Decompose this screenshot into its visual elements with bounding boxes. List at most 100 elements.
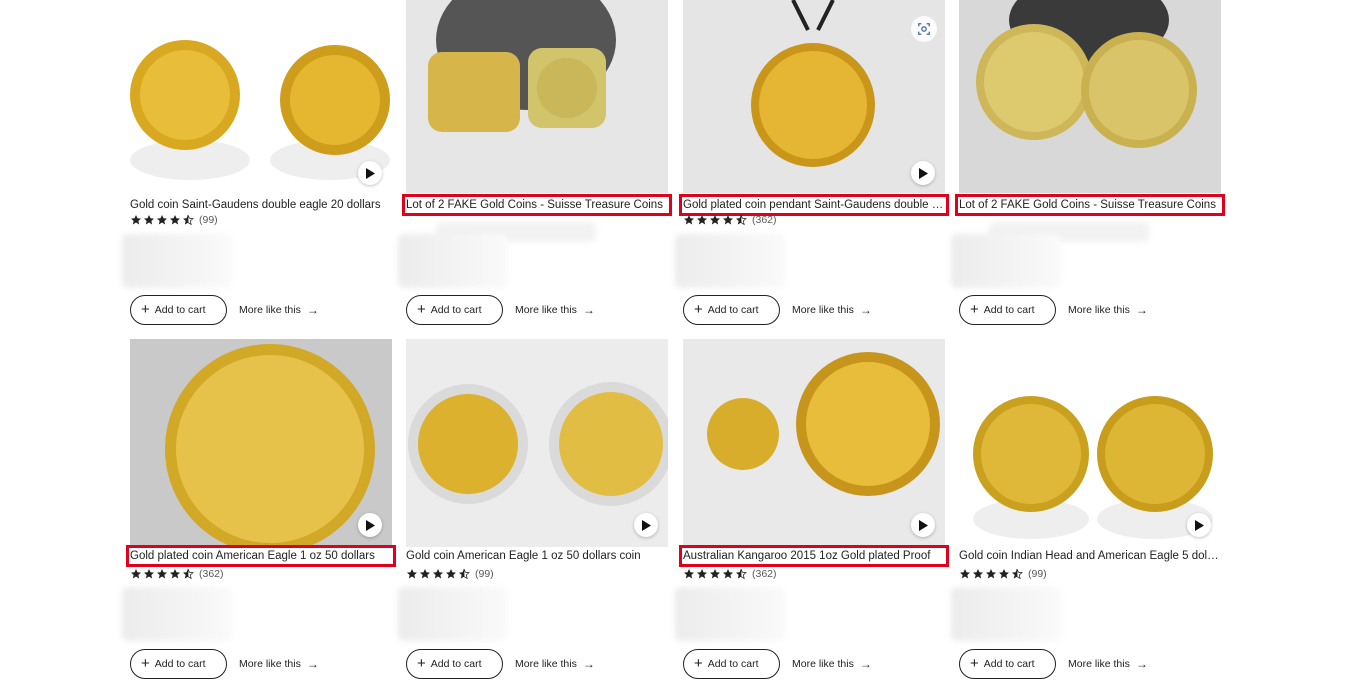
product-card: Gold coin Saint-Gaudens double eagle 20 … [122, 0, 392, 340]
add-to-cart-label: Add to cart [707, 658, 759, 670]
plus-icon: + [141, 655, 150, 672]
plus-icon: + [417, 301, 426, 318]
star-icon [170, 215, 180, 225]
product-image[interactable] [683, 0, 945, 193]
rating: (362) [683, 213, 777, 227]
star-icon [723, 215, 733, 225]
play-icon[interactable] [358, 513, 382, 537]
more-like-this-link[interactable]: More like this → [515, 303, 595, 317]
product-image-pendant [683, 0, 945, 193]
add-to-cart-label: Add to cart [983, 304, 1035, 316]
star-icon [131, 215, 141, 225]
add-to-cart-button[interactable]: + Add to cart [406, 649, 503, 679]
star-icon [684, 215, 694, 225]
product-title[interactable]: Lot of 2 FAKE Gold Coins - Suisse Treasu… [955, 194, 1225, 216]
product-image[interactable] [683, 339, 945, 547]
star-icon [697, 215, 707, 225]
add-to-cart-button[interactable]: + Add to cart [406, 295, 503, 325]
card-actions: + Add to cart More like this → [130, 295, 319, 325]
half-star-icon [736, 214, 747, 226]
star-icon [144, 569, 154, 579]
play-icon[interactable] [911, 513, 935, 537]
add-to-cart-button[interactable]: + Add to cart [683, 649, 780, 679]
product-title[interactable]: Gold plated coin American Eagle 1 oz 50 … [126, 545, 396, 567]
arrow-right-icon: → [1135, 303, 1148, 317]
star-icon [131, 569, 141, 579]
price-blurred [122, 587, 232, 641]
star-icon [170, 569, 180, 579]
more-like-this-label: More like this [239, 304, 301, 316]
more-like-this-link[interactable]: More like this → [239, 303, 319, 317]
star-icon [684, 569, 694, 579]
product-image-coins [130, 0, 392, 193]
more-like-this-link[interactable]: More like this → [1068, 657, 1148, 671]
add-to-cart-button[interactable]: + Add to cart [959, 295, 1056, 325]
product-title[interactable]: Gold coin American Eagle 1 oz 50 dollars… [406, 547, 668, 565]
product-title[interactable]: Gold plated coin pendant Saint-Gaudens d… [679, 194, 949, 216]
play-icon[interactable] [358, 161, 382, 185]
more-like-this-label: More like this [1068, 658, 1130, 670]
product-card: Gold coin Indian Head and American Eagle… [951, 339, 1221, 679]
product-card: Gold plated coin American Eagle 1 oz 50 … [122, 339, 396, 679]
star-icon [157, 215, 167, 225]
card-actions: + Add to cart More like this → [683, 649, 872, 679]
product-grid: Gold coin Saint-Gaudens double eagle 20 … [0, 0, 1349, 684]
more-like-this-link[interactable]: More like this → [515, 657, 595, 671]
product-title[interactable]: Gold coin Saint-Gaudens double eagle 20 … [130, 196, 392, 214]
more-like-this-label: More like this [792, 658, 854, 670]
star-icon [710, 569, 720, 579]
star-icon [433, 569, 443, 579]
plus-icon: + [141, 301, 150, 318]
play-icon[interactable] [634, 513, 658, 537]
add-to-cart-label: Add to cart [983, 658, 1035, 670]
card-actions: + Add to cart More like this → [683, 295, 872, 325]
plus-icon: + [694, 301, 703, 318]
more-like-this-link[interactable]: More like this → [239, 657, 319, 671]
star-icon [420, 569, 430, 579]
product-title[interactable]: Gold coin Indian Head and American Eagle… [959, 547, 1221, 565]
more-like-this-link[interactable]: More like this → [792, 303, 872, 317]
rating-count: (99) [475, 568, 494, 580]
product-image[interactable] [406, 339, 668, 547]
rating: (99) [130, 213, 218, 227]
product-image[interactable] [959, 0, 1221, 193]
half-star-icon [459, 568, 470, 580]
product-image[interactable] [130, 339, 392, 547]
more-like-this-link[interactable]: More like this → [792, 657, 872, 671]
half-star-icon [736, 568, 747, 580]
arrow-right-icon: → [859, 657, 872, 671]
product-image-coins [959, 339, 1221, 547]
plus-icon: + [694, 655, 703, 672]
more-like-this-label: More like this [239, 658, 301, 670]
add-to-cart-button[interactable]: + Add to cart [683, 295, 780, 325]
half-star-icon [1012, 568, 1023, 580]
product-image[interactable] [959, 339, 1221, 547]
product-image[interactable] [406, 0, 668, 193]
add-to-cart-button[interactable]: + Add to cart [130, 295, 227, 325]
add-to-cart-label: Add to cart [707, 304, 759, 316]
rating-count: (362) [752, 214, 777, 226]
price-blurred [951, 234, 1061, 288]
add-to-cart-button[interactable]: + Add to cart [130, 649, 227, 679]
product-card: Lot of 2 FAKE Gold Coins - Suisse Treasu… [951, 0, 1225, 340]
card-actions: + Add to cart More like this → [406, 649, 595, 679]
product-title[interactable]: Australian Kangaroo 2015 1oz Gold plated… [679, 545, 949, 567]
star-icon [157, 569, 167, 579]
product-image[interactable] [130, 0, 392, 193]
price-blurred [122, 234, 232, 288]
visual-search-icon[interactable] [911, 16, 937, 42]
plus-icon: + [970, 301, 979, 318]
play-icon[interactable] [1187, 513, 1211, 537]
rating: (99) [959, 567, 1047, 581]
star-icon [973, 569, 983, 579]
price-blurred [398, 587, 508, 641]
more-like-this-link[interactable]: More like this → [1068, 303, 1148, 317]
product-title[interactable]: Lot of 2 FAKE Gold Coins - Suisse Treasu… [402, 194, 672, 216]
star-icon [446, 569, 456, 579]
play-icon[interactable] [911, 161, 935, 185]
half-star-icon [183, 214, 194, 226]
arrow-right-icon: → [859, 303, 872, 317]
product-image-coins [406, 339, 668, 547]
arrow-right-icon: → [582, 657, 595, 671]
add-to-cart-button[interactable]: + Add to cart [959, 649, 1056, 679]
